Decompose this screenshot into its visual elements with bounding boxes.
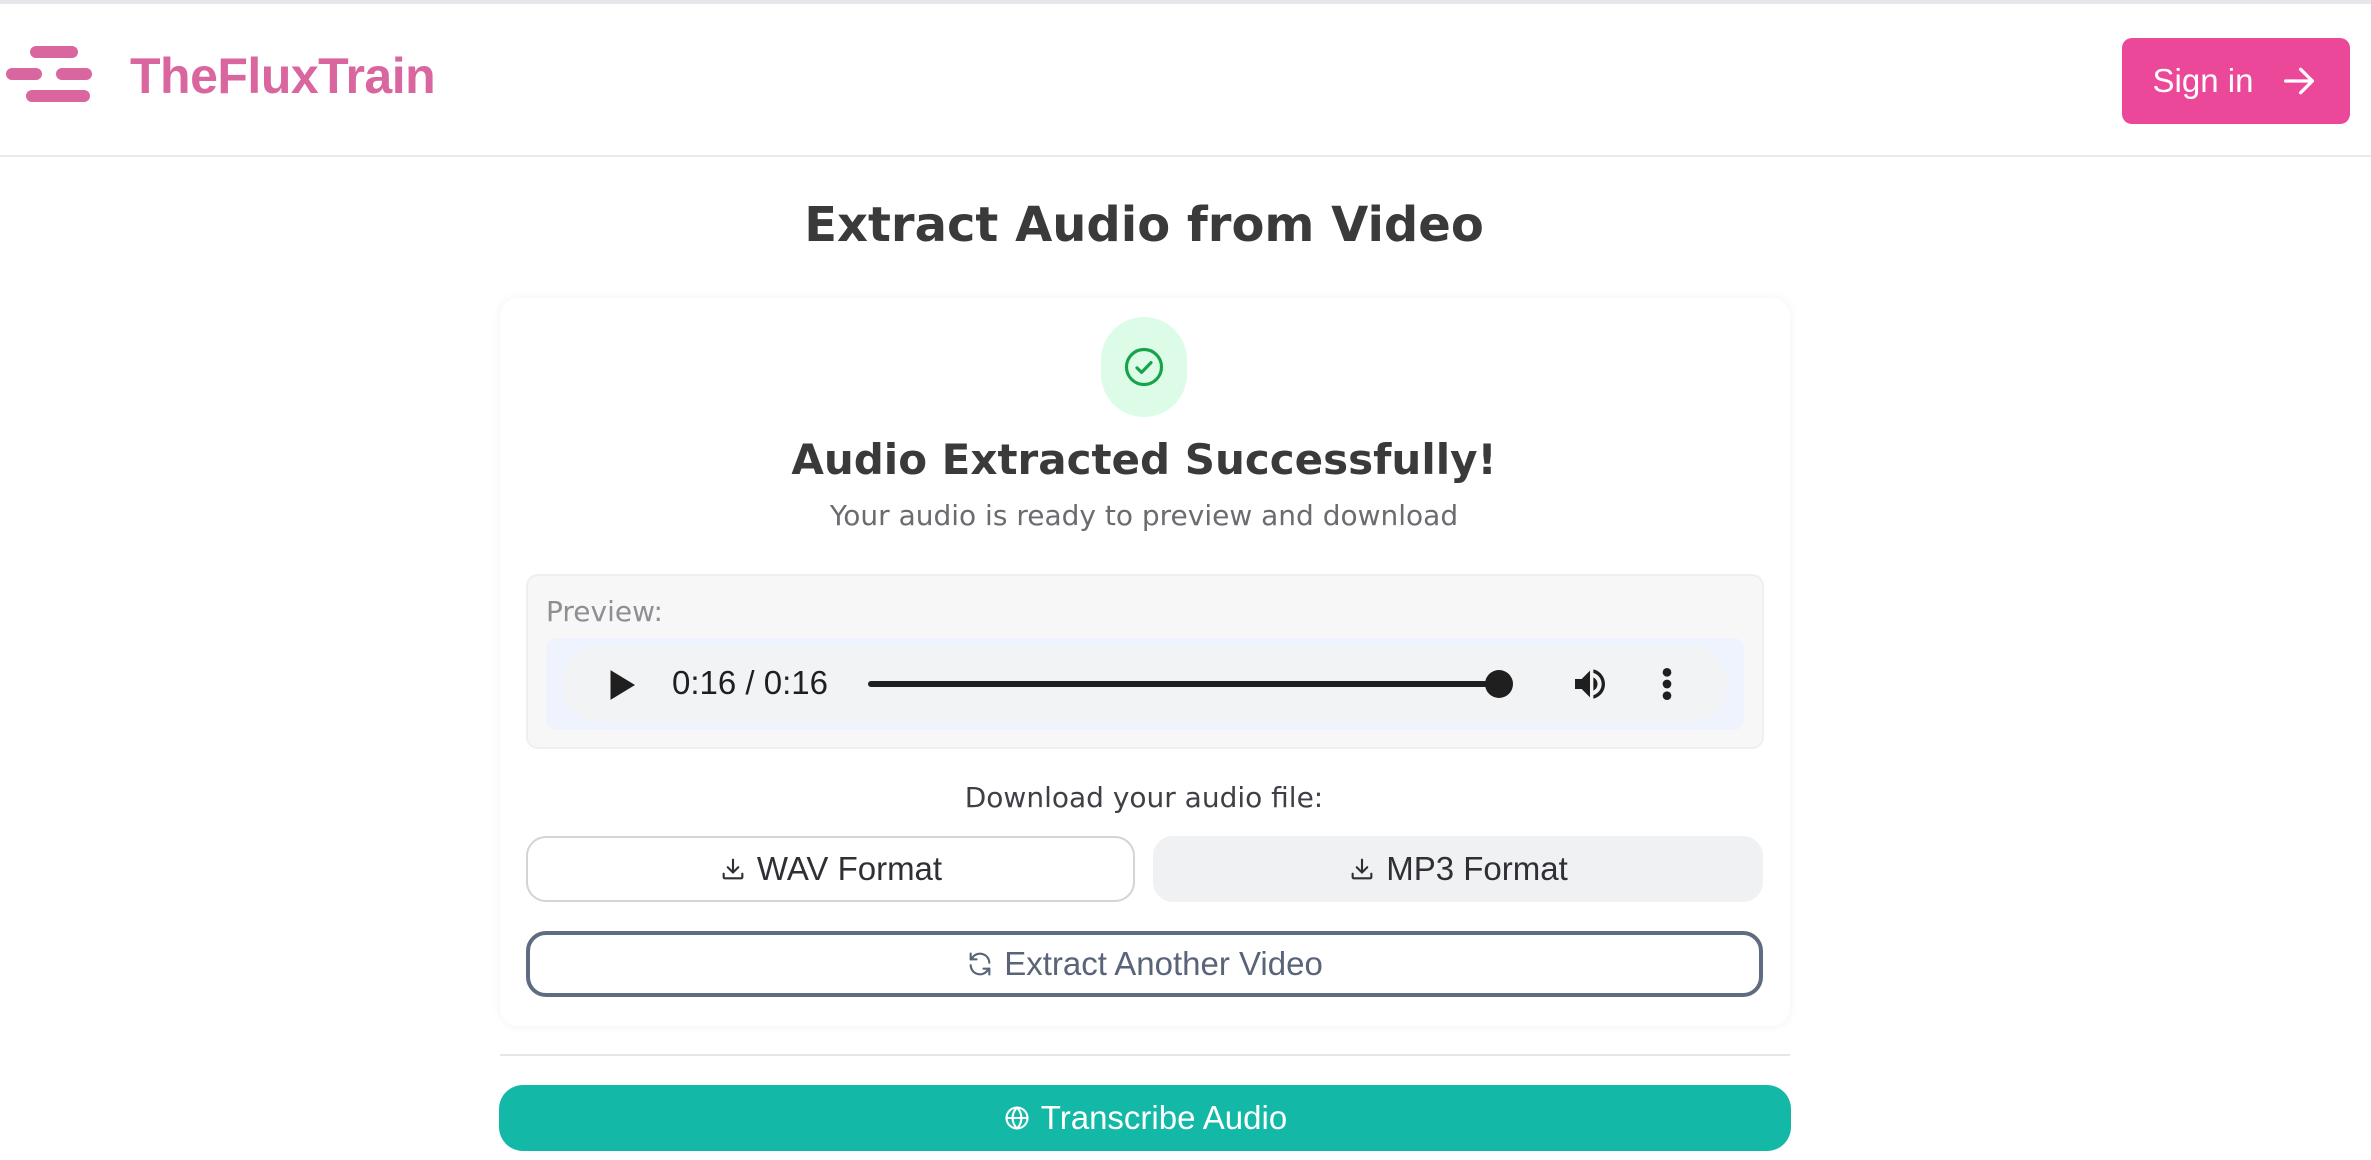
globe-icon <box>1005 1106 1029 1130</box>
download-label: Download your audio file: <box>964 781 1324 814</box>
refresh-icon <box>969 952 991 976</box>
extract-another-button[interactable]: Extract Another Video <box>526 931 1763 997</box>
success-subtitle: Your audio is ready to preview and downl… <box>829 499 1459 532</box>
volume-icon[interactable] <box>1570 664 1610 704</box>
download-icon <box>1351 858 1373 880</box>
audio-seek-handle[interactable] <box>1485 670 1513 698</box>
play-icon[interactable] <box>600 664 642 706</box>
transcribe-label: Transcribe Audio <box>1040 1099 1288 1136</box>
site-header: TheFluxTrain Sign in <box>0 4 2371 157</box>
section-divider <box>500 1054 1790 1056</box>
success-badge <box>1101 317 1187 417</box>
check-circle-icon <box>1124 347 1164 387</box>
menu-lines-logo-icon[interactable] <box>6 42 94 110</box>
wav-label: WAV Format <box>756 850 943 887</box>
sign-in-button[interactable]: Sign in <box>2122 38 2350 124</box>
success-title: Audio Extracted Successfully! <box>791 435 1497 484</box>
sign-in-label: Sign in <box>2152 62 2254 99</box>
brand-name[interactable]: TheFluxTrain <box>130 42 436 110</box>
transcribe-audio-button[interactable]: Transcribe Audio <box>499 1085 1791 1151</box>
download-wav-button[interactable]: WAV Format <box>526 836 1135 902</box>
mp3-label: MP3 Format <box>1386 850 1568 887</box>
download-icon <box>722 858 744 880</box>
download-mp3-button[interactable]: MP3 Format <box>1153 836 1763 902</box>
audio-seek-bar[interactable] <box>868 681 1502 687</box>
audio-time: 0:16 / 0:16 <box>672 664 828 701</box>
extract-another-label: Extract Another Video <box>1004 945 1323 982</box>
page-title: Extract Audio from Video <box>804 197 1484 253</box>
preview-label: Preview: <box>546 595 663 628</box>
arrow-right-icon <box>2284 67 2315 95</box>
more-options-icon[interactable] <box>1652 664 1682 704</box>
